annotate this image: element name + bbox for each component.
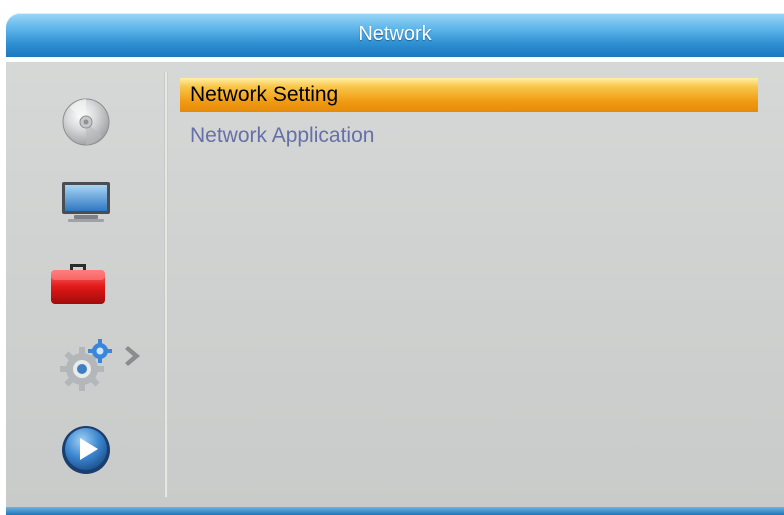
- page-title: Network: [358, 23, 432, 45]
- network-menu: Network Setting Network Application: [180, 78, 758, 160]
- tv-monitor-icon[interactable]: [56, 170, 116, 230]
- chevron-right-icon: [124, 344, 144, 368]
- sidebar-divider: [164, 72, 168, 497]
- title-bar: Network: [6, 13, 784, 57]
- menu-item-network-setting[interactable]: Network Setting: [180, 78, 758, 112]
- play-media-icon[interactable]: [56, 418, 116, 478]
- sidebar: [6, 70, 156, 500]
- bottom-bar: [6, 507, 784, 515]
- disc-icon[interactable]: [56, 90, 116, 150]
- screen-frame: Network Network Setting Network Applicat…: [0, 0, 784, 515]
- toolbox-icon[interactable]: [48, 250, 108, 310]
- menu-item-network-application[interactable]: Network Application: [180, 119, 758, 153]
- gear-settings-icon[interactable]: [56, 335, 116, 395]
